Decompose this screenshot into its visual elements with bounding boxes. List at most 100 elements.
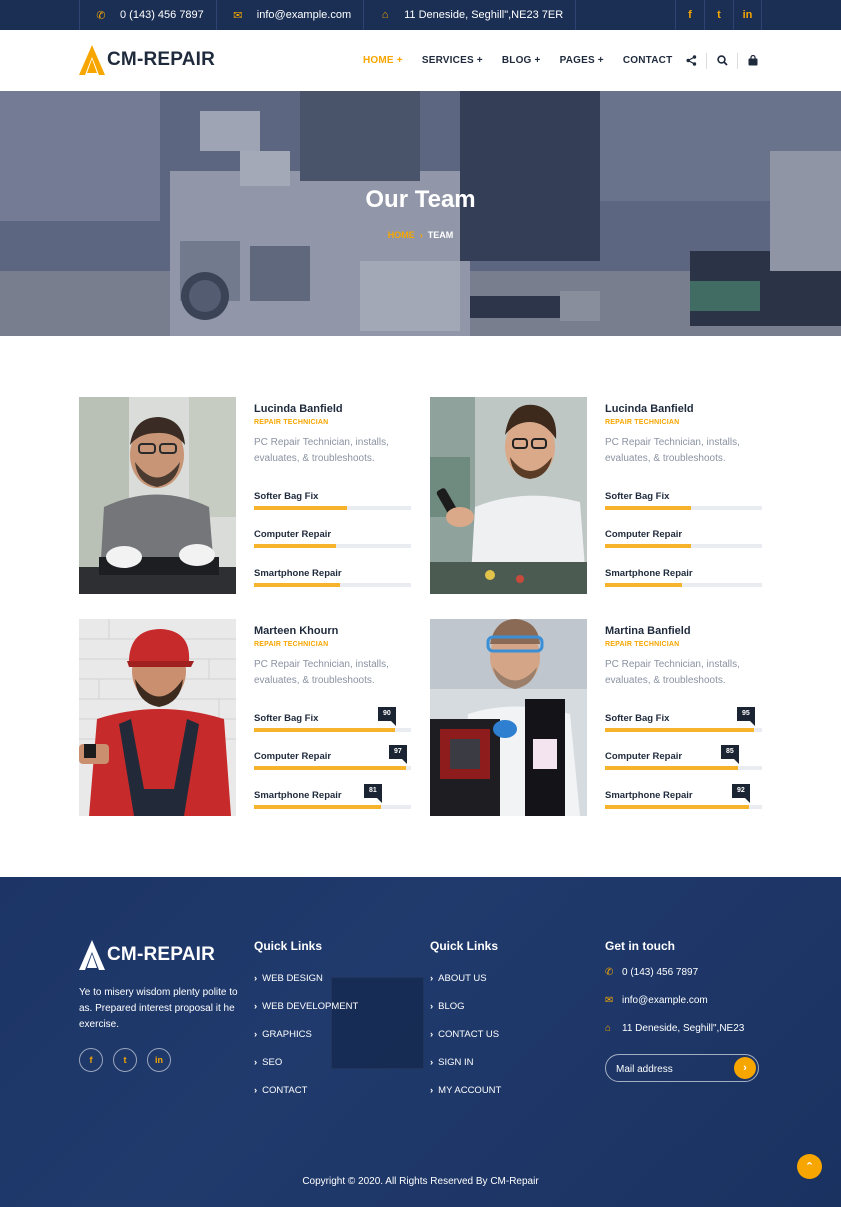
footer-address-text: 11 Deneside, Seghill",NE23 (622, 1023, 745, 1034)
team-member-name[interactable]: Lucinda Banfield (254, 403, 412, 415)
skill-bar: Softer Bag Fix (254, 491, 411, 511)
footer-logo[interactable]: CM-REPAIR (79, 939, 215, 971)
copyright-text: Copyright © 2020. All Rights Reserved By… (302, 1176, 539, 1187)
skill-bar: Smartphone Repair (605, 568, 762, 588)
skill-track (254, 766, 411, 770)
site-logo[interactable]: CM-REPAIR (79, 44, 215, 76)
newsletter-email-input[interactable] (616, 1061, 726, 1077)
footer-email[interactable]: ✉ info@example.com (605, 995, 744, 1023)
footer-link[interactable]: › CONTACT (254, 1085, 358, 1113)
footer-link[interactable]: › CONTACT US (430, 1029, 501, 1057)
newsletter-submit-button[interactable]: › (734, 1057, 756, 1079)
nav-pages[interactable]: PAGES + (560, 55, 604, 66)
skill-track (254, 728, 411, 732)
breadcrumb: HOME › TEAM (0, 230, 841, 240)
footer-link[interactable]: › WEB DESIGN (254, 973, 358, 1001)
team-member-photo[interactable] (430, 397, 587, 594)
footer-link[interactable]: › SIGN IN (430, 1057, 501, 1085)
nav-contact[interactable]: CONTACT (623, 55, 673, 66)
chevron-right-icon: › (254, 1085, 258, 1096)
footer-link[interactable]: › GRAPHICS (254, 1029, 358, 1057)
main-menu: HOME + SERVICES + BLOG + PAGES + CONTACT (363, 30, 691, 91)
team-member-role: REPAIR TECHNICIAN (254, 419, 329, 426)
chevron-right-icon: › (430, 1057, 434, 1068)
skill-label: Softer Bag Fix (254, 491, 319, 502)
footer-link-label: BLOG (438, 1001, 465, 1012)
skill-fill (605, 805, 749, 809)
share-icon[interactable] (676, 55, 706, 66)
footer-contact-column: Get in touch ✆ 0 (143) 456 7897 ✉ info@exa… (605, 939, 744, 1051)
linkedin-icon[interactable]: in (147, 1048, 171, 1072)
nav-services[interactable]: SERVICES + (422, 55, 483, 66)
envelope-icon: ✉ (233, 9, 243, 22)
skill-bar: Computer Repair (254, 529, 411, 549)
footer-phone[interactable]: ✆ 0 (143) 456 7897 (605, 967, 744, 995)
footer-links-column: Quick Links › ABOUT US › BLOG › CONTACT US … (430, 939, 501, 1113)
skill-label: Computer Repair (605, 751, 683, 762)
footer-link[interactable]: › ABOUT US (430, 973, 501, 1001)
footer-link-label: SEO (262, 1057, 283, 1068)
skill-track (605, 728, 762, 732)
footer-about-text: Ye to misery wisdom plenty polite to as.… (79, 987, 238, 1030)
footer-link-label: SIGN IN (438, 1057, 474, 1068)
team-member-name[interactable]: Martina Banfield (605, 625, 763, 637)
topbar-phone-text: 0 (143) 456 7897 (120, 9, 204, 21)
facebook-icon[interactable]: f (79, 1048, 103, 1072)
team-member-info: Lucinda Banfield REPAIR TECHNICIAN PC Re… (254, 403, 412, 467)
team-member-photo[interactable] (430, 619, 587, 816)
skill-fill (605, 728, 754, 732)
site-footer: CM-REPAIR Ye to misery wisdom plenty pol… (0, 877, 841, 1207)
topbar-phone[interactable]: ✆ 0 (143) 456 7897 (79, 0, 216, 30)
team-card: Lucinda Banfield REPAIR TECHNICIAN PC Re… (79, 397, 412, 594)
skill-label: Softer Bag Fix (605, 713, 670, 724)
search-icon[interactable] (707, 55, 737, 66)
skill-label: Smartphone Repair (605, 790, 693, 801)
footer-column-title: Quick Links (254, 939, 323, 953)
team-member-name[interactable]: Lucinda Banfield (605, 403, 763, 415)
skill-label: Smartphone Repair (254, 790, 342, 801)
logo-mark-icon (79, 45, 105, 75)
breadcrumb-home[interactable]: HOME (388, 230, 415, 240)
skill-fill (605, 766, 738, 770)
linkedin-icon[interactable]: in (733, 0, 762, 30)
topbar-address: ⌂ 11 Deneside, Seghill",NE23 7ER (363, 0, 577, 30)
chevron-right-icon: › (430, 1001, 434, 1012)
team-card: Marteen Khourn REPAIR TECHNICIAN PC Repa… (79, 619, 412, 816)
nav-home[interactable]: HOME + (363, 55, 403, 66)
skill-track (605, 544, 762, 548)
footer-link-label: WEB DESIGN (262, 973, 323, 984)
team-member-description: PC Repair Technician, installs, evaluate… (605, 659, 740, 686)
team-card: Martina Banfield REPAIR TECHNICIAN PC Re… (430, 619, 763, 816)
skill-bar: Computer Repair 85 (605, 745, 762, 771)
team-member-info: Martina Banfield REPAIR TECHNICIAN PC Re… (605, 625, 763, 689)
skill-value-tooltip: 95 (737, 707, 755, 726)
topbar-email[interactable]: ✉ info@example.com (215, 0, 363, 30)
team-member-photo[interactable] (79, 397, 236, 594)
skill-bar: Softer Bag Fix 90 (254, 707, 411, 733)
footer-link[interactable]: › WEB DEVELOPMENT (254, 1001, 358, 1029)
footer-link[interactable]: › SEO (254, 1057, 358, 1085)
nav-blog[interactable]: BLOG + (502, 55, 541, 66)
facebook-icon[interactable]: f (675, 0, 704, 30)
skill-value-tooltip: 81 (364, 784, 382, 803)
chevron-right-icon: › (430, 973, 434, 984)
footer-link[interactable]: › BLOG (430, 1001, 501, 1029)
skill-bar: Smartphone Repair 92 (605, 784, 762, 810)
footer-address: ⌂ 11 Deneside, Seghill",NE23 (605, 1023, 744, 1051)
newsletter-form: › (605, 1054, 759, 1082)
skill-fill (254, 728, 395, 732)
twitter-icon[interactable]: t (113, 1048, 137, 1072)
skill-track (254, 506, 411, 510)
skill-value-tooltip: 85 (721, 745, 739, 764)
twitter-icon[interactable]: t (704, 0, 733, 30)
skill-bar: Smartphone Repair 81 (254, 784, 411, 810)
team-member-photo[interactable] (79, 619, 236, 816)
scroll-to-top-button[interactable]: ⌃ (797, 1154, 822, 1179)
team-member-description: PC Repair Technician, installs, evaluate… (254, 437, 389, 464)
team-member-name[interactable]: Marteen Khourn (254, 625, 412, 637)
topbar-social: f t in (675, 0, 762, 30)
skill-fill (254, 766, 406, 770)
footer-link-label: ABOUT US (438, 973, 487, 984)
shopping-bag-icon[interactable] (738, 55, 768, 66)
footer-link[interactable]: › MY ACCOUNT (430, 1085, 501, 1113)
